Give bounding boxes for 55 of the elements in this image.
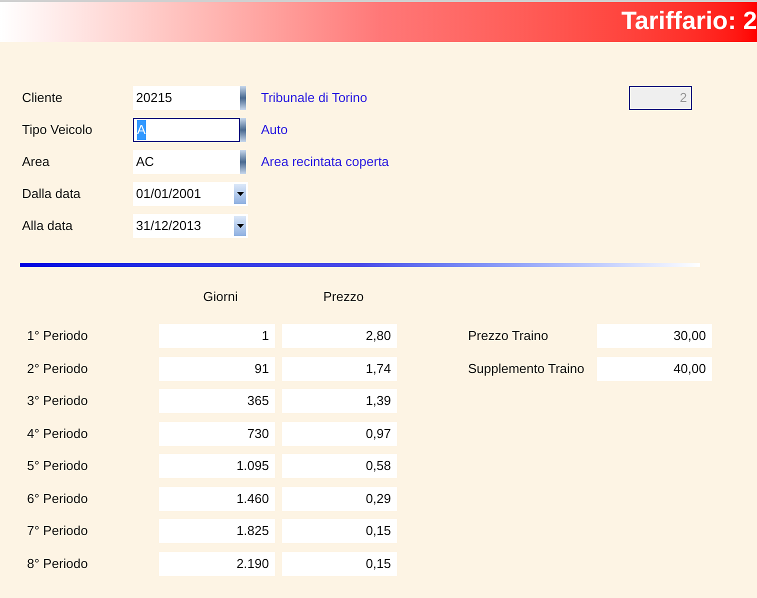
days-field[interactable]: 365 xyxy=(159,389,275,413)
column-header: Prezzo xyxy=(322,288,365,306)
period-label: 3° Periodo xyxy=(26,392,89,410)
period-label: 1° Periodo xyxy=(26,327,89,346)
field-label: Area xyxy=(21,153,50,172)
field-description: Auto xyxy=(261,121,288,140)
period-label: 6° Periodo xyxy=(26,490,89,508)
days-field[interactable]: 1.460 xyxy=(159,486,275,510)
price-field[interactable]: 1,39 xyxy=(282,389,397,413)
field-label: Tipo Veicolo xyxy=(21,121,94,140)
caret-icon xyxy=(236,192,244,196)
field-value: AC xyxy=(136,153,154,172)
field-label: Cliente xyxy=(21,89,64,108)
lookup-button[interactable] xyxy=(240,150,246,174)
dropdown-button[interactable] xyxy=(234,216,246,236)
field-description: Tribunale di Torino xyxy=(261,89,368,108)
period-label: 5° Periodo xyxy=(26,457,89,476)
days-field[interactable]: 1 xyxy=(159,324,275,348)
input-field[interactable]: AC xyxy=(133,150,240,174)
price-field[interactable]: 0,97 xyxy=(282,422,397,446)
field-label: Alla data xyxy=(21,217,74,236)
towing-label: Prezzo Traino xyxy=(468,327,550,346)
field-value: A xyxy=(137,120,146,140)
price-field[interactable]: 0,15 xyxy=(282,552,397,576)
field-label: Dalla data xyxy=(21,185,82,204)
dropdown-button[interactable] xyxy=(234,184,246,204)
days-field[interactable]: 730 xyxy=(159,422,275,446)
days-field[interactable]: 1.825 xyxy=(159,519,275,543)
window-title: Tariffario: 2 xyxy=(621,6,757,38)
price-field[interactable]: 1,74 xyxy=(282,356,397,380)
towing-label: Supplemento Traino xyxy=(468,360,586,378)
towing-price-field[interactable]: 30,00 xyxy=(597,324,712,348)
date-picker[interactable]: 31/12/2013 xyxy=(133,214,248,238)
days-field[interactable]: 91 xyxy=(159,356,275,380)
field-value: 20215 xyxy=(136,89,172,108)
period-label: 8° Periodo xyxy=(26,554,89,573)
price-field[interactable]: 0,15 xyxy=(282,519,397,543)
period-label: 4° Periodo xyxy=(26,424,89,443)
date-picker[interactable]: 01/01/2001 xyxy=(133,182,248,206)
date-value: 31/12/2013 xyxy=(136,217,202,236)
lookup-button[interactable] xyxy=(240,118,246,142)
towing-price-field[interactable]: 40,00 xyxy=(597,356,712,380)
date-value: 01/01/2001 xyxy=(136,185,202,204)
price-field[interactable]: 0,29 xyxy=(282,486,397,510)
days-field[interactable]: 2.190 xyxy=(159,552,275,576)
lookup-button[interactable] xyxy=(240,86,246,110)
column-header: Giorni xyxy=(202,288,239,306)
input-field[interactable]: 20215 xyxy=(133,86,240,110)
field-description: Area recintata coperta xyxy=(261,153,389,172)
days-field[interactable]: 1.095 xyxy=(159,454,275,478)
price-field[interactable]: 2,80 xyxy=(282,324,397,348)
price-field[interactable]: 0,58 xyxy=(282,454,397,478)
period-label: 2° Periodo xyxy=(26,360,89,378)
caret-icon xyxy=(236,224,244,228)
period-label: 7° Periodo xyxy=(26,522,89,540)
